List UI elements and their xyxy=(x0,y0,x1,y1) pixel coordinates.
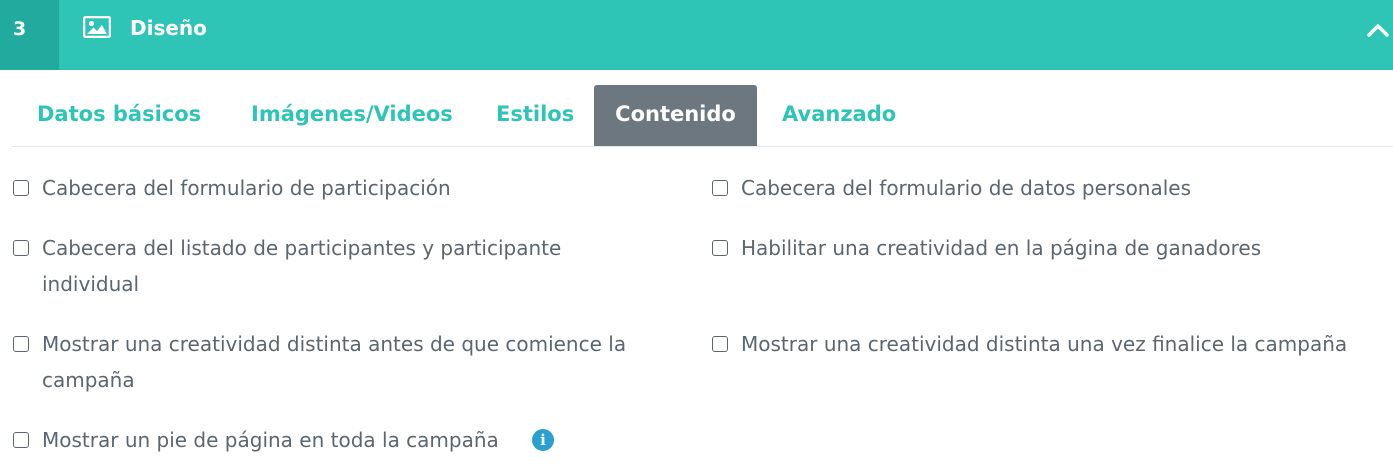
section-header[interactable]: 3 Diseño xyxy=(0,0,1393,70)
option-label: Cabecera del formulario de participación xyxy=(42,176,451,200)
tab-imagenes-videos[interactable]: Imágenes/Videos xyxy=(251,85,453,146)
option-label: Mostrar un pie de página en toda la camp… xyxy=(42,428,499,452)
option-label-line-2: campaña xyxy=(42,368,135,392)
tab-datos-basicos[interactable]: Datos básicos xyxy=(37,85,201,146)
section-title: Diseño xyxy=(130,16,207,40)
option-label: Cabecera del formulario de datos persona… xyxy=(741,176,1192,200)
checkbox[interactable] xyxy=(13,336,29,352)
option-label-line-1: Cabecera del listado de participantes y … xyxy=(42,236,562,260)
checkbox[interactable] xyxy=(13,180,29,196)
checkbox[interactable] xyxy=(712,240,728,256)
image-icon xyxy=(83,16,111,38)
step-number: 3 xyxy=(0,0,59,70)
tab-contenido[interactable]: Contenido xyxy=(594,85,757,146)
option-label: Habilitar una creatividad en la página d… xyxy=(741,236,1262,260)
checkbox[interactable] xyxy=(13,432,29,448)
tab-avanzado[interactable]: Avanzado xyxy=(782,85,896,146)
option-label-line-1: Mostrar una creatividad distinta antes d… xyxy=(42,332,627,356)
checkbox[interactable] xyxy=(712,180,728,196)
chevron-up-icon[interactable] xyxy=(1365,20,1391,40)
checkbox[interactable] xyxy=(13,240,29,256)
tab-estilos[interactable]: Estilos xyxy=(496,85,574,146)
option-label: Mostrar una creatividad distinta una vez… xyxy=(741,332,1348,356)
option-label-line-2: individual xyxy=(42,272,140,296)
info-icon[interactable]: i xyxy=(532,429,554,451)
tab-bar: Datos básicos Imágenes/Videos Estilos Co… xyxy=(12,85,1393,147)
checkbox[interactable] xyxy=(712,336,728,352)
